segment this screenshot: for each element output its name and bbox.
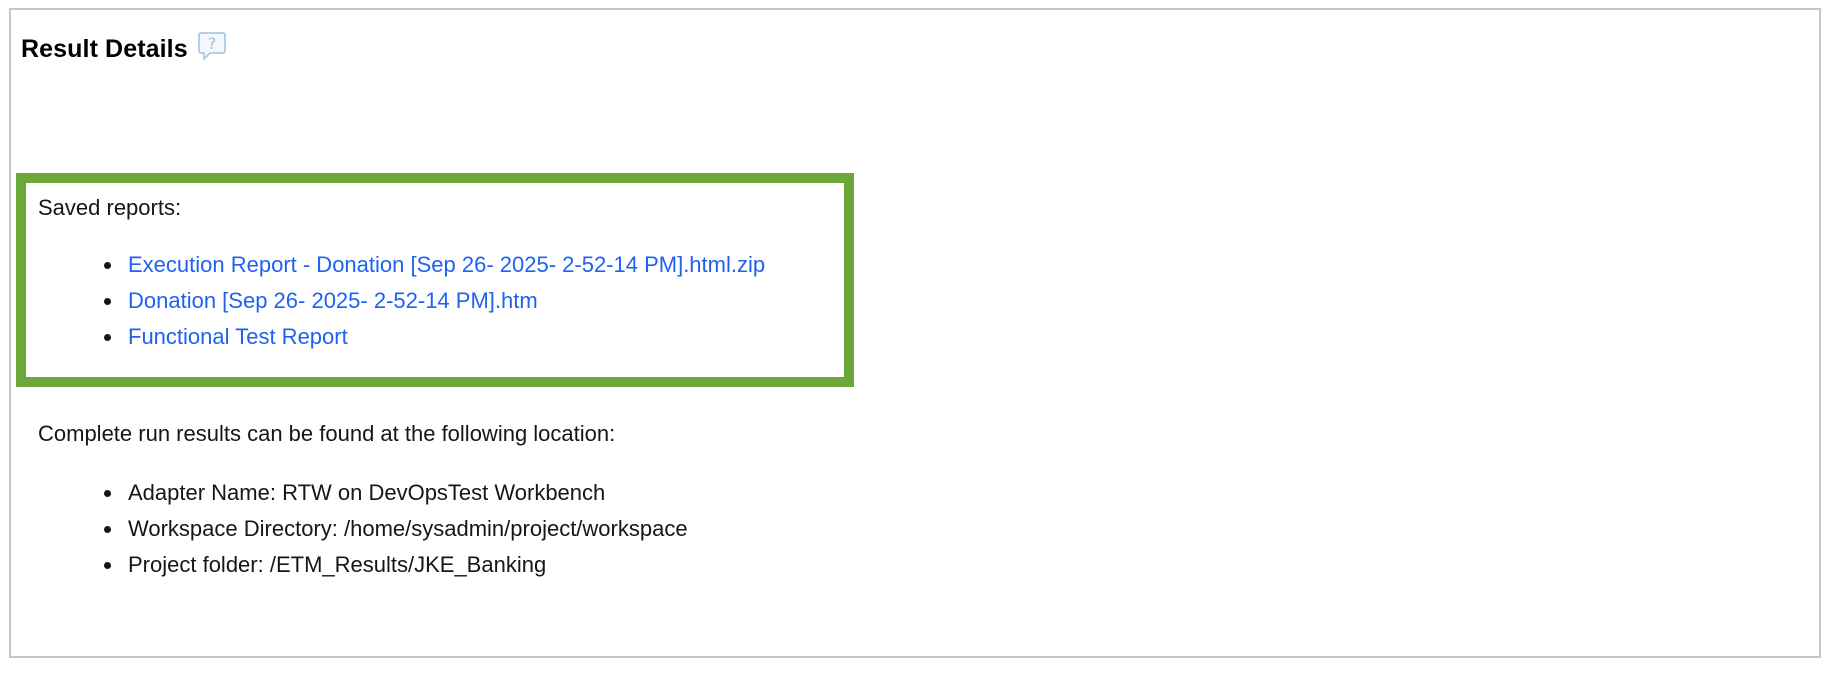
page-title: Result Details: [21, 34, 188, 63]
functional-test-report-link[interactable]: Functional Test Report: [128, 324, 348, 349]
panel-header: Result Details ?: [21, 31, 226, 64]
donation-htm-report-link[interactable]: Donation [Sep 26- 2025- 2-52-14 PM].htm: [128, 288, 538, 313]
workspace-directory-item: Workspace Directory: /home/sysadmin/proj…: [104, 511, 688, 547]
project-folder-item: Project folder: /ETM_Results/JKE_Banking: [104, 547, 688, 583]
run-location-list: Adapter Name: RTW on DevOpsTest Workbenc…: [104, 475, 688, 583]
adapter-name-item: Adapter Name: RTW on DevOpsTest Workbenc…: [104, 475, 688, 511]
saved-reports-list: Execution Report - Donation [Sep 26- 202…: [104, 247, 765, 355]
saved-reports-label: Saved reports:: [38, 195, 182, 220]
list-item: Donation [Sep 26- 2025- 2-52-14 PM].htm: [104, 283, 765, 319]
list-item: Functional Test Report: [104, 319, 765, 355]
run-location-intro: Complete run results can be found at the…: [38, 421, 616, 446]
list-item: Execution Report - Donation [Sep 26- 202…: [104, 247, 765, 283]
svg-text:?: ?: [207, 34, 216, 53]
help-question-icon[interactable]: ?: [197, 31, 226, 61]
execution-report-zip-link[interactable]: Execution Report - Donation [Sep 26- 202…: [128, 252, 765, 277]
